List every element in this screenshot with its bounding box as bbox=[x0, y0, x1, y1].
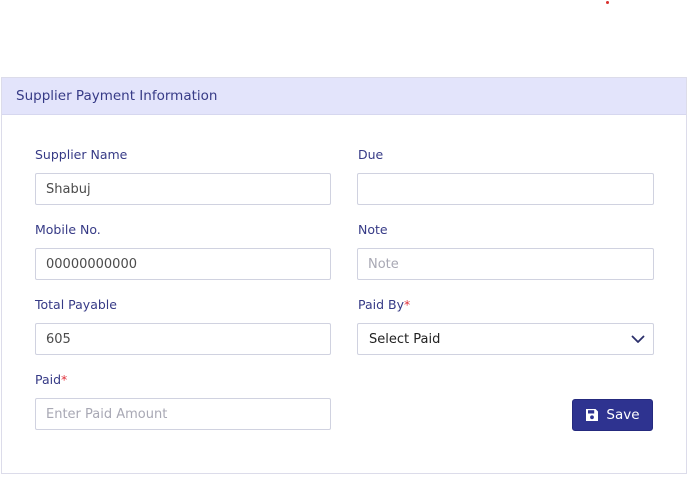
status-dot bbox=[606, 1, 609, 4]
due-field[interactable] bbox=[357, 173, 654, 205]
supplier-name-label: Supplier Name bbox=[35, 147, 128, 162]
supplier-name-field[interactable] bbox=[35, 173, 331, 205]
paid-by-select[interactable]: Select Paid bbox=[357, 323, 654, 355]
card-title: Supplier Payment Information bbox=[2, 78, 686, 115]
paid-amount-field[interactable] bbox=[35, 398, 331, 430]
save-button-label: Save bbox=[606, 407, 640, 423]
total-payable-label: Total Payable bbox=[35, 297, 117, 312]
paid-label: Paid* bbox=[35, 372, 67, 387]
paid-label-text: Paid bbox=[35, 372, 62, 387]
note-field[interactable] bbox=[357, 248, 654, 280]
required-marker: * bbox=[61, 372, 68, 387]
save-button[interactable]: Save bbox=[572, 399, 653, 431]
floppy-disk-icon bbox=[585, 408, 599, 422]
chevron-down-icon bbox=[631, 335, 645, 344]
paid-by-label-text: Paid By bbox=[358, 297, 404, 312]
total-payable-field[interactable] bbox=[35, 323, 331, 355]
mobile-label: Mobile No. bbox=[35, 222, 101, 237]
paid-by-label: Paid By* bbox=[358, 297, 410, 312]
note-label: Note bbox=[358, 222, 388, 237]
mobile-field[interactable] bbox=[35, 248, 331, 280]
due-label: Due bbox=[358, 147, 384, 162]
required-marker: * bbox=[404, 297, 411, 312]
paid-by-selected-value: Select Paid bbox=[369, 331, 441, 347]
